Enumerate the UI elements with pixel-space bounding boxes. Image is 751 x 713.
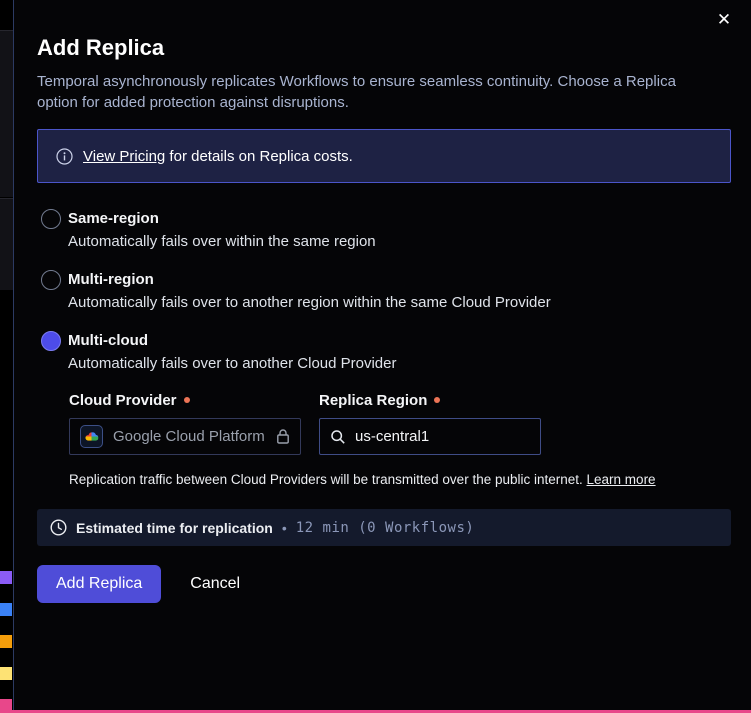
option-label[interactable]: Same-region bbox=[68, 208, 376, 230]
field-labels-row: Cloud Provider Replica Region bbox=[69, 392, 731, 409]
option-description: Automatically fails over within the same… bbox=[68, 233, 376, 251]
separator-dot: • bbox=[282, 520, 287, 536]
info-icon bbox=[56, 148, 73, 165]
radio-option-same-region[interactable]: Same-region Automatically fails over wit… bbox=[41, 208, 731, 251]
note-text: Replication traffic between Cloud Provid… bbox=[69, 472, 583, 487]
required-indicator bbox=[434, 397, 440, 403]
option-text: Multi-region Automatically fails over to… bbox=[68, 269, 551, 312]
pricing-banner-text: View Pricing for details on Replica cost… bbox=[83, 148, 353, 165]
radio-option-multi-region[interactable]: Multi-region Automatically fails over to… bbox=[41, 269, 731, 312]
radio-button[interactable] bbox=[41, 209, 61, 229]
option-text: Multi-cloud Automatically fails over to … bbox=[68, 330, 397, 373]
fields-row: Google Cloud Platform bbox=[69, 418, 731, 455]
lock-icon bbox=[275, 428, 291, 445]
background-color-stripe bbox=[0, 571, 12, 584]
radio-button[interactable] bbox=[41, 270, 61, 290]
option-label[interactable]: Multi-region bbox=[68, 269, 551, 291]
required-indicator bbox=[184, 397, 190, 403]
estimated-time-banner: Estimated time for replication • 12 min … bbox=[37, 509, 731, 546]
cloud-provider-label-text: Cloud Provider bbox=[69, 392, 177, 409]
cloud-provider-value: Google Cloud Platform bbox=[113, 428, 265, 445]
clock-icon bbox=[50, 519, 67, 536]
option-label[interactable]: Multi-cloud bbox=[68, 330, 397, 352]
estimated-time-value: 12 min (0 Workflows) bbox=[296, 520, 475, 536]
cloud-provider-select[interactable]: Google Cloud Platform bbox=[69, 418, 301, 455]
add-replica-modal: ✕ Add Replica Temporal asynchronously re… bbox=[13, 0, 751, 710]
pricing-info-banner: View Pricing for details on Replica cost… bbox=[37, 129, 731, 183]
view-pricing-link[interactable]: View Pricing bbox=[83, 148, 165, 165]
add-replica-button[interactable]: Add Replica bbox=[37, 565, 161, 603]
background-page-edge bbox=[0, 0, 13, 713]
estimated-time-label: Estimated time for replication bbox=[76, 520, 273, 536]
learn-more-link[interactable]: Learn more bbox=[587, 472, 656, 487]
cloud-provider-label: Cloud Provider bbox=[69, 392, 301, 409]
background-color-stripe bbox=[0, 667, 12, 680]
close-button[interactable]: ✕ bbox=[712, 8, 736, 32]
cancel-button[interactable]: Cancel bbox=[190, 575, 240, 593]
search-icon bbox=[330, 429, 346, 445]
modal-title: Add Replica bbox=[37, 0, 731, 62]
background-color-stripe bbox=[0, 635, 12, 648]
option-description: Automatically fails over to another Clou… bbox=[68, 355, 397, 373]
option-description: Automatically fails over to another regi… bbox=[68, 294, 551, 312]
background-panel bbox=[0, 198, 13, 290]
replica-region-label: Replica Region bbox=[319, 392, 541, 409]
option-text: Same-region Automatically fails over wit… bbox=[68, 208, 376, 251]
replica-region-value[interactable]: us-central1 bbox=[355, 428, 429, 445]
background-color-stripe bbox=[0, 603, 12, 616]
radio-option-multi-cloud[interactable]: Multi-cloud Automatically fails over to … bbox=[41, 330, 731, 373]
modal-actions: Add Replica Cancel bbox=[37, 565, 731, 603]
pricing-banner-rest: for details on Replica costs. bbox=[165, 148, 353, 165]
radio-button[interactable] bbox=[41, 331, 61, 351]
replica-region-label-text: Replica Region bbox=[319, 392, 427, 409]
modal-description: Temporal asynchronously replicates Workf… bbox=[37, 71, 709, 113]
replica-region-search-field[interactable]: us-central1 bbox=[319, 418, 541, 455]
public-internet-note: Replication traffic between Cloud Provid… bbox=[69, 472, 731, 487]
multi-cloud-form: Cloud Provider Replica Region bbox=[69, 392, 731, 487]
background-panel bbox=[0, 30, 13, 197]
modal-content: ✕ Add Replica Temporal asynchronously re… bbox=[14, 0, 751, 710]
google-cloud-icon bbox=[80, 425, 103, 448]
